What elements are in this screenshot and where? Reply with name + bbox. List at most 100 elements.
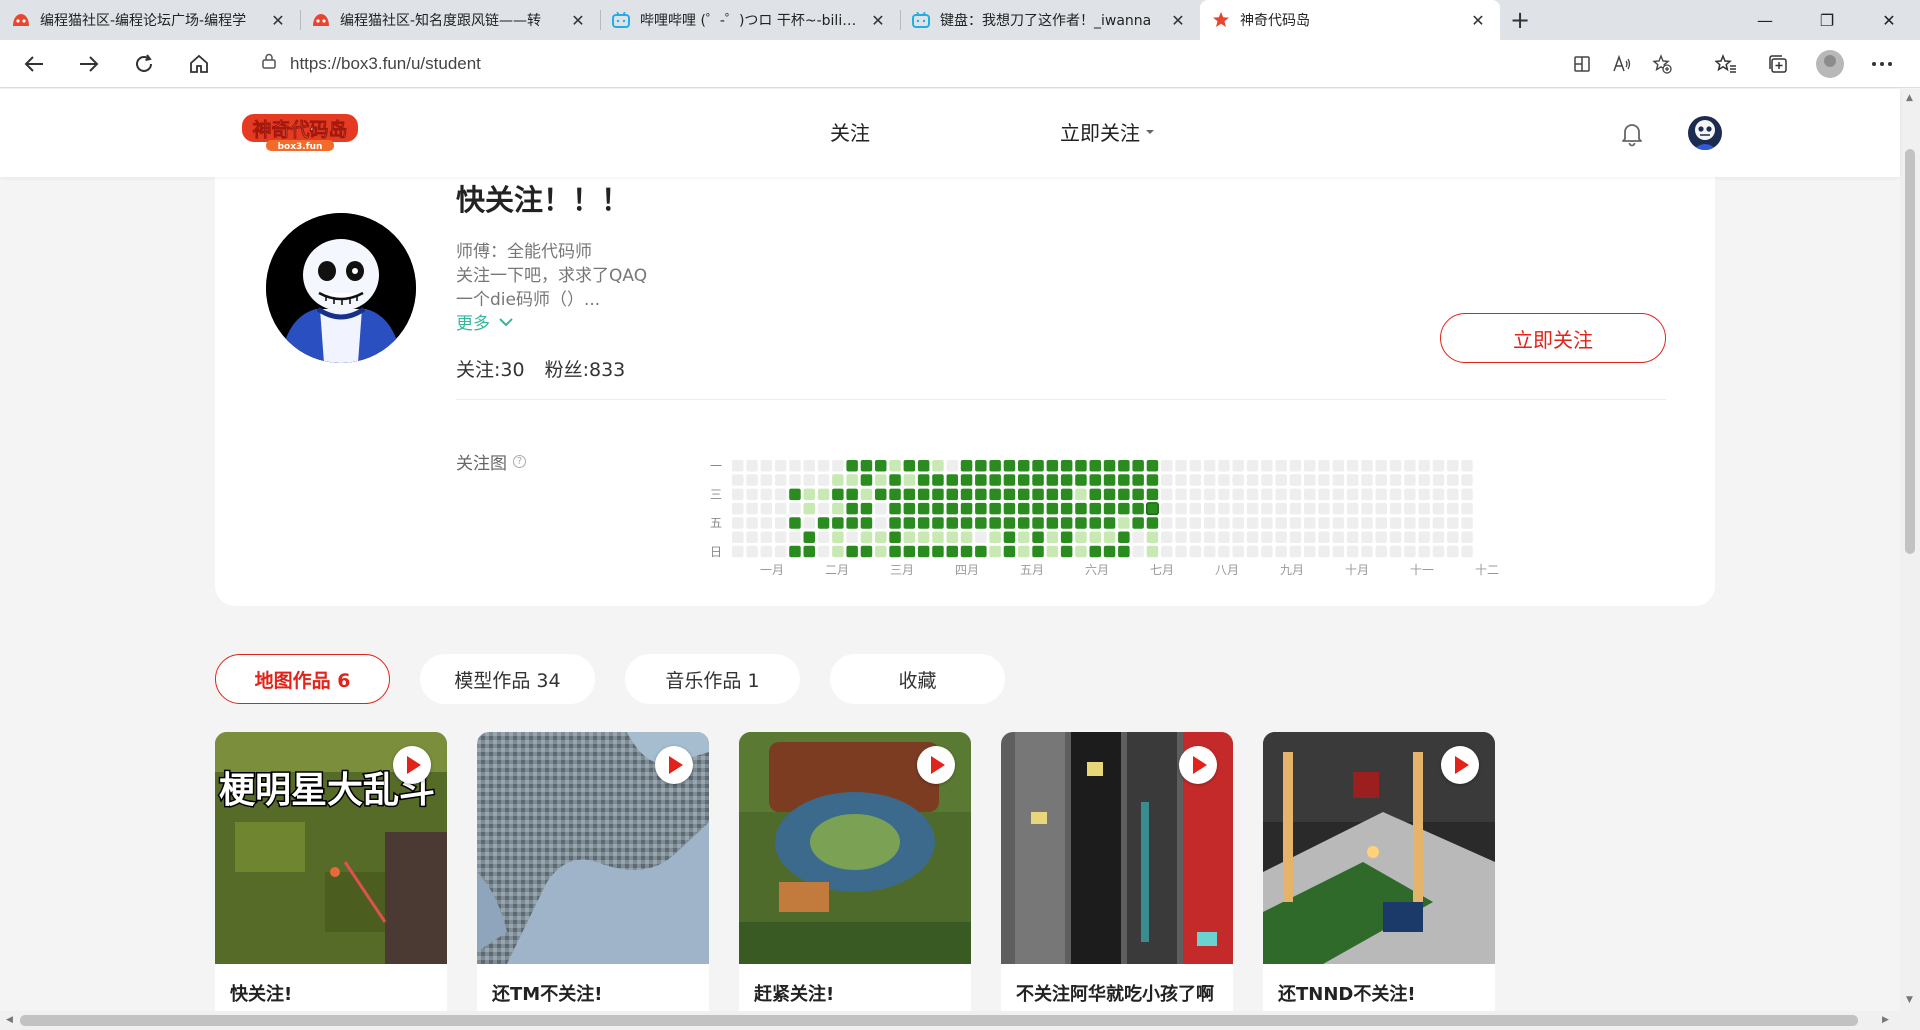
heatmap-cell[interactable] — [860, 517, 873, 529]
read-aloud-icon[interactable] — [1602, 46, 1642, 82]
heatmap-cell[interactable] — [903, 545, 916, 558]
favorites-button[interactable] — [1700, 46, 1752, 82]
heatmap-cell[interactable] — [1118, 474, 1130, 486]
heatmap-cell[interactable] — [1118, 502, 1130, 515]
work-card[interactable]: 还TNND不关注! — [1263, 732, 1495, 1011]
heatmap-cell[interactable] — [1132, 488, 1144, 501]
heatmap-cell[interactable] — [1404, 545, 1416, 558]
heatmap-cell[interactable] — [789, 545, 801, 558]
heatmap-cell[interactable] — [946, 474, 959, 486]
heatmap-cell[interactable] — [817, 488, 830, 501]
heatmap-cell[interactable] — [846, 474, 858, 486]
close-icon[interactable]: ✕ — [1168, 10, 1188, 30]
heatmap-cell[interactable] — [846, 545, 858, 558]
heatmap-cell[interactable] — [1418, 488, 1430, 501]
heatmap-cell[interactable] — [1361, 531, 1373, 544]
heatmap-cell[interactable] — [1089, 545, 1102, 558]
heatmap-cell[interactable] — [1075, 545, 1087, 558]
heatmap-cell[interactable] — [889, 488, 901, 501]
heatmap-cell[interactable] — [1332, 531, 1345, 544]
heatmap-cell[interactable] — [1046, 474, 1059, 486]
heatmap-cell[interactable] — [760, 460, 773, 472]
heatmap-cell[interactable] — [760, 545, 773, 558]
heatmap-cell[interactable] — [846, 531, 858, 544]
heatmap-cell[interactable] — [1275, 502, 1287, 515]
heatmap-cell[interactable] — [1261, 502, 1273, 515]
heatmap-cell[interactable] — [1404, 488, 1416, 501]
heatmap-cell[interactable] — [1375, 488, 1388, 501]
home-button[interactable] — [177, 46, 221, 82]
heatmap-cell[interactable] — [903, 488, 916, 501]
browser-tab[interactable]: 哔哩哔哩 (゜-゜)つロ 干杯~-bilibili ✕ — [600, 0, 900, 40]
nav-follow[interactable]: 关注 — [830, 117, 870, 146]
heatmap-cell[interactable] — [1032, 460, 1044, 472]
heatmap-cell[interactable] — [1075, 488, 1087, 501]
heatmap-cell[interactable] — [917, 531, 930, 544]
heatmap-cell[interactable] — [1203, 502, 1216, 515]
heatmap-cell[interactable] — [917, 502, 930, 515]
play-icon[interactable] — [655, 746, 693, 784]
settings-more-button[interactable] — [1856, 46, 1908, 82]
heatmap-cell[interactable] — [1389, 517, 1402, 529]
work-card[interactable]: 梗明星大乱斗 快关注! — [215, 732, 447, 1011]
heatmap-cell[interactable] — [1046, 488, 1059, 501]
heatmap-cell[interactable] — [1318, 517, 1330, 529]
heatmap-cell[interactable] — [1361, 460, 1373, 472]
heatmap-cell[interactable] — [774, 517, 787, 529]
heatmap-cell[interactable] — [1103, 517, 1116, 529]
heatmap-cell[interactable] — [1161, 531, 1173, 544]
heatmap-cell[interactable] — [1189, 502, 1202, 515]
heatmap-cell[interactable] — [1318, 545, 1330, 558]
heatmap-cell[interactable] — [1461, 517, 1473, 529]
heatmap-cell[interactable] — [1118, 488, 1130, 501]
heatmap-cell[interactable] — [846, 460, 858, 472]
heatmap-cell[interactable] — [1447, 460, 1459, 472]
show-more-link[interactable]: 更多 — [456, 309, 514, 334]
heatmap-cell[interactable] — [1304, 517, 1316, 529]
heatmap-cell[interactable] — [1146, 488, 1159, 501]
heatmap-cell[interactable] — [860, 460, 873, 472]
heatmap-cell[interactable] — [975, 460, 987, 472]
heatmap-cell[interactable] — [1203, 517, 1216, 529]
heatmap-cell[interactable] — [989, 517, 1001, 529]
work-card[interactable]: 赶紧关注! — [739, 732, 971, 1011]
heatmap-cell[interactable] — [1346, 488, 1359, 501]
heatmap-cell[interactable] — [1318, 488, 1330, 501]
heatmap-cell[interactable] — [1304, 531, 1316, 544]
heatmap-cell[interactable] — [960, 474, 973, 486]
heatmap-cell[interactable] — [803, 460, 816, 472]
heatmap-cell[interactable] — [1304, 502, 1316, 515]
heatmap-cell[interactable] — [1003, 517, 1016, 529]
heatmap-cell[interactable] — [1461, 488, 1473, 501]
heatmap-cell[interactable] — [1089, 460, 1102, 472]
heatmap-cell[interactable] — [989, 545, 1001, 558]
heatmap-cell[interactable] — [889, 460, 901, 472]
scroll-up-icon[interactable]: ▲ — [1906, 93, 1913, 103]
heatmap-cell[interactable] — [1361, 517, 1373, 529]
heatmap-cell[interactable] — [760, 474, 773, 486]
heatmap-cell[interactable] — [1275, 531, 1287, 544]
forward-button[interactable] — [67, 46, 111, 82]
heatmap-cell[interactable] — [1203, 545, 1216, 558]
heatmap-cell[interactable] — [1145, 502, 1159, 516]
work-thumbnail[interactable] — [1263, 732, 1495, 964]
heatmap-cell[interactable] — [1361, 545, 1373, 558]
scroll-right-icon[interactable]: ▶ — [1882, 1015, 1889, 1025]
heatmap-cell[interactable] — [1218, 531, 1230, 544]
heatmap-cell[interactable] — [1203, 488, 1216, 501]
heatmap-cell[interactable] — [1275, 474, 1287, 486]
heatmap-cell[interactable] — [960, 502, 973, 515]
heatmap-cell[interactable] — [803, 502, 816, 515]
heatmap-cell[interactable] — [960, 545, 973, 558]
heatmap-cell[interactable] — [832, 545, 844, 558]
heatmap-cell[interactable] — [1161, 545, 1173, 558]
heatmap-cell[interactable] — [1375, 517, 1388, 529]
heatmap-cell[interactable] — [975, 545, 987, 558]
heatmap-cell[interactable] — [1432, 488, 1445, 501]
heatmap-cell[interactable] — [1318, 531, 1330, 544]
heatmap-cell[interactable] — [803, 488, 816, 501]
heatmap-cell[interactable] — [1103, 545, 1116, 558]
heatmap-cell[interactable] — [917, 545, 930, 558]
heatmap-cell[interactable] — [1304, 460, 1316, 472]
heatmap-cell[interactable] — [1089, 502, 1102, 515]
